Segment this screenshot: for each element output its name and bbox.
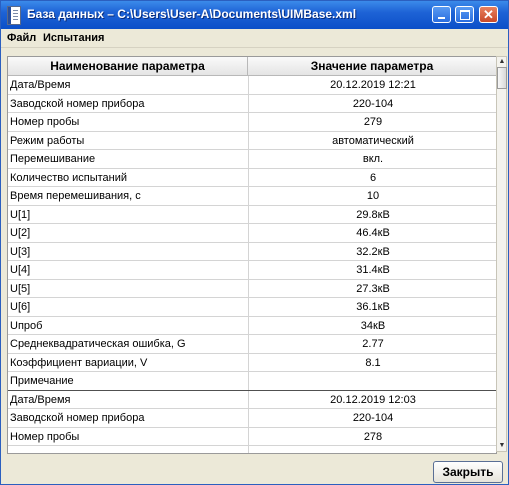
table-row[interactable]: U[2] 46.4кВ — [8, 224, 496, 243]
parameter-value-cell: 36.1кВ — [248, 298, 496, 316]
scroll-down-arrow-icon[interactable]: ▼ — [497, 441, 507, 451]
scroll-thumb[interactable] — [497, 67, 507, 89]
table-row[interactable]: Коэффициент вариации, V 8.1 — [8, 353, 496, 372]
parameter-value-cell: 10 — [248, 187, 496, 205]
parameter-value-cell: 278 — [248, 427, 496, 446]
parameter-value-cell: 279 — [248, 113, 496, 131]
parameter-value-cell: 220-104 — [248, 409, 496, 427]
parameter-name-cell: U[5] — [10, 282, 31, 295]
table-row[interactable]: Uпроб 34кВ — [8, 316, 496, 335]
parameter-name-cell: Номер пробы — [10, 116, 80, 128]
parameter-name-cell: Заводской номер прибора — [10, 412, 145, 424]
parameter-name-cell: Примечание — [10, 375, 74, 387]
parameter-value-cell: 6 — [248, 168, 496, 187]
column-header-value[interactable]: Значение параметра — [248, 57, 496, 75]
parameter-value-cell: 8.1 — [248, 353, 496, 372]
parameter-name-cell: U[4] — [10, 264, 31, 276]
parameter-name-cell: Количество испытаний — [10, 171, 128, 184]
scroll-up-arrow-icon[interactable]: ▲ — [497, 57, 507, 67]
table-row[interactable]: Время перемешивания, с 10 — [8, 187, 496, 206]
column-header-name[interactable]: Наименование параметра — [8, 57, 248, 75]
table-row[interactable]: Дата/Время 20.12.2019 12:03 — [8, 390, 496, 409]
table-row[interactable]: U[5] 27.3кВ — [8, 279, 496, 298]
parameter-value-cell: вкл. — [248, 150, 496, 168]
close-button[interactable]: Закрыть — [433, 461, 503, 483]
parameter-name-cell — [10, 446, 246, 453]
table-row[interactable]: Дата/Время 20.12.2019 12:21 — [8, 76, 496, 95]
table-row[interactable]: Количество испытаний 6 — [8, 168, 496, 187]
table-row[interactable]: U[4] 31.4кВ — [8, 261, 496, 280]
parameter-name-cell: U[1] — [10, 208, 31, 221]
parameter-name-cell: Uпроб — [10, 319, 43, 332]
parameter-value-cell: 27.3кВ — [248, 279, 496, 298]
table-row[interactable]: U[6] 36.1кВ — [8, 298, 496, 317]
table-row[interactable]: Номер пробы 278 — [8, 427, 496, 446]
close-icon: ✕ — [483, 7, 494, 22]
parameter-value-cell: 20.12.2019 12:21 — [248, 76, 496, 94]
parameter-value-cell: 46.4кВ — [248, 224, 496, 242]
table-row[interactable]: Примечание — [8, 372, 496, 391]
table-row[interactable]: Заводской номер прибора 220-104 — [8, 409, 496, 428]
parameter-name-cell: U[2] — [10, 227, 31, 239]
table-row[interactable] — [8, 446, 496, 453]
parameter-name-cell: Заводской номер прибора — [10, 97, 145, 110]
parameter-value-cell: 220-104 — [248, 94, 496, 113]
title-bar[interactable]: База данных – C:\Users\User-A\Documents\… — [1, 1, 508, 29]
parameter-value-cell — [248, 446, 496, 453]
menu-file[interactable]: Файл — [7, 32, 36, 44]
parameter-value-cell: 29.8кВ — [248, 205, 496, 224]
parameter-name-cell: Перемешивание — [10, 153, 96, 165]
parameter-name-cell: Дата/Время — [10, 79, 71, 91]
parameter-value-cell: 20.12.2019 12:03 — [248, 390, 496, 409]
parameter-name-cell: U[3] — [10, 245, 31, 258]
parameter-name-cell: Среднеквадратическая ошибка, G — [10, 338, 186, 350]
table-row[interactable]: Перемешивание вкл. — [8, 150, 496, 169]
maximize-icon — [460, 10, 470, 20]
parameters-table: Наименование параметра Значение параметр… — [7, 56, 497, 454]
parameter-name-cell: Режим работы — [10, 134, 85, 147]
table-header: Наименование параметра Значение параметр… — [8, 57, 496, 76]
table-row[interactable]: U[3] 32.2кВ — [8, 242, 496, 261]
parameter-name-cell: Дата/Время — [10, 393, 71, 406]
table-row[interactable]: Заводской номер прибора 220-104 — [8, 94, 496, 113]
vertical-scrollbar[interactable]: ▲ ▼ — [496, 56, 507, 452]
window-title: База данных – C:\Users\User-A\Documents\… — [27, 7, 357, 21]
table-row[interactable]: U[1] 29.8кВ — [8, 205, 496, 224]
table-row[interactable]: Среднеквадратическая ошибка, G 2.77 — [8, 335, 496, 354]
minimize-button[interactable] — [432, 6, 451, 23]
minimize-icon — [438, 17, 445, 19]
close-window-button[interactable]: ✕ — [479, 6, 498, 23]
table-body: Дата/Время 20.12.2019 12:21 Заводской номе… — [8, 76, 496, 453]
parameter-value-cell: 31.4кВ — [248, 261, 496, 279]
database-window: База данных – C:\Users\User-A\Documents\… — [0, 0, 509, 485]
parameter-value-cell: 34кВ — [248, 316, 496, 335]
table-row[interactable]: Режим работы автоматический — [8, 131, 496, 150]
parameter-value-cell: автоматический — [248, 131, 496, 150]
parameter-name-cell: Время перемешивания, с — [10, 190, 141, 202]
parameter-value-cell: 32.2кВ — [248, 242, 496, 261]
parameter-value-cell: 2.77 — [248, 335, 496, 353]
database-file-icon — [7, 6, 21, 25]
table-row[interactable]: Номер пробы 279 — [8, 113, 496, 132]
parameter-value-cell — [248, 372, 496, 390]
parameter-name-cell: Номер пробы — [10, 430, 80, 443]
parameter-name-cell: U[6] — [10, 301, 31, 313]
menu-tests[interactable]: Испытания — [43, 32, 104, 44]
menu-bar: Файл Испытания — [1, 29, 508, 48]
parameter-name-cell: Коэффициент вариации, V — [10, 356, 148, 369]
maximize-button[interactable] — [455, 6, 474, 23]
